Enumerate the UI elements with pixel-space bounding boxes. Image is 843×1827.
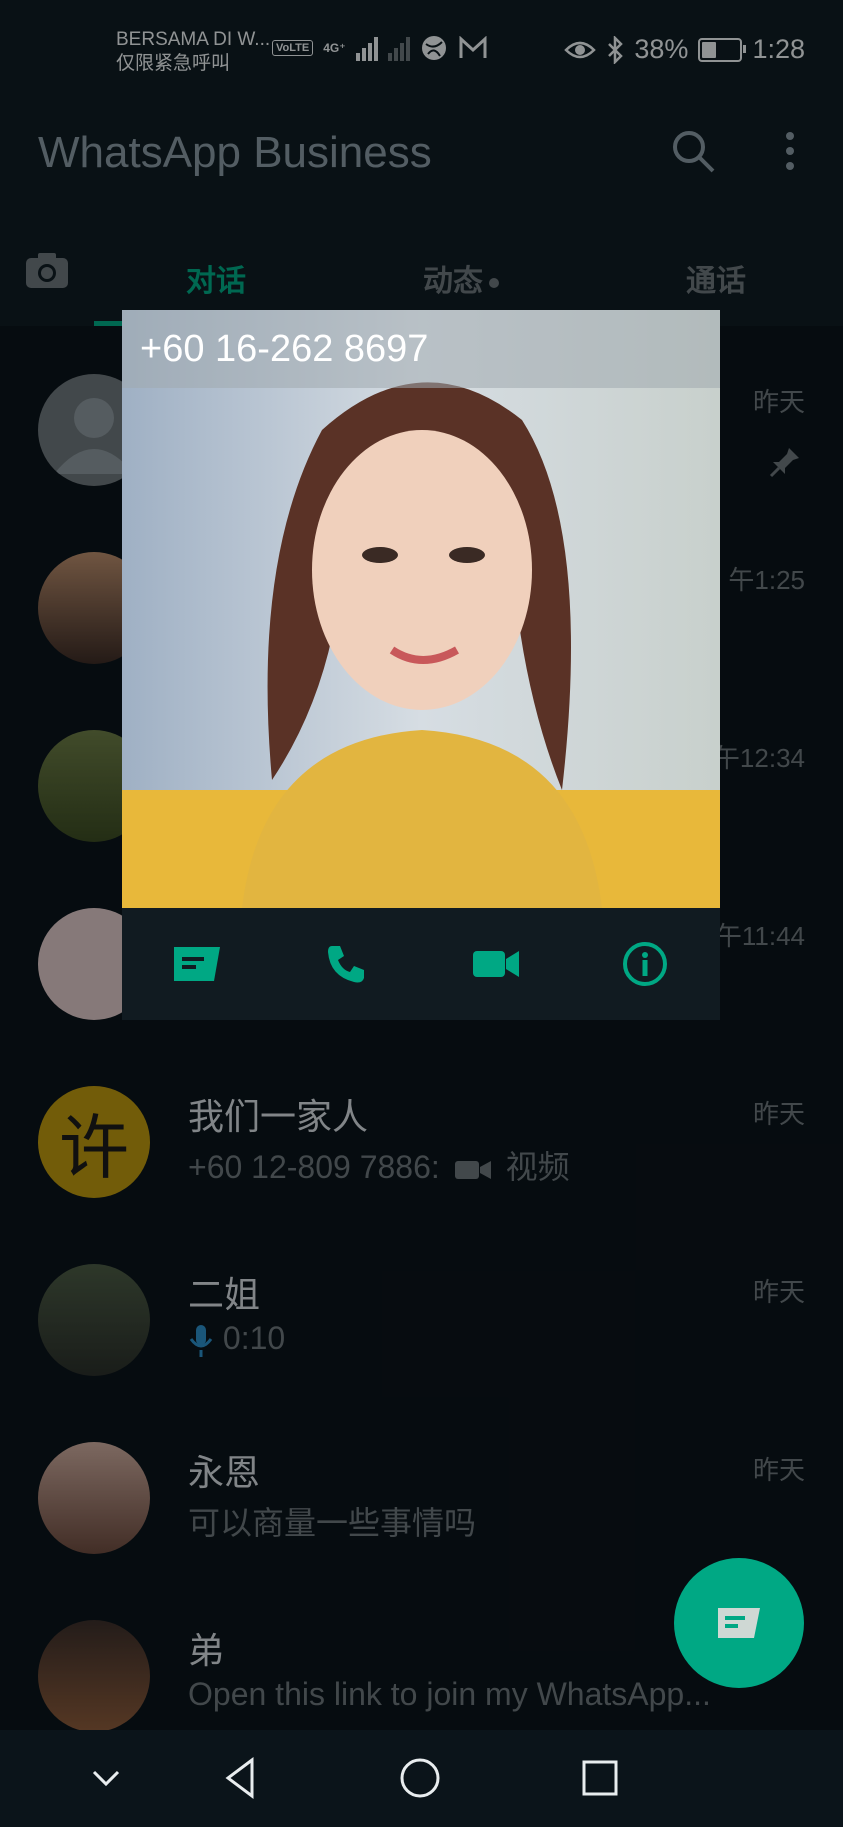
signal-icon xyxy=(355,35,378,61)
chat-time: 午11:44 xyxy=(715,921,805,951)
chat-preview: +60 12-809 7886: 视频 xyxy=(188,1142,570,1188)
video-icon xyxy=(472,951,519,977)
search-icon[interactable] xyxy=(670,128,716,174)
call-icon xyxy=(328,946,365,983)
profile-photo[interactable] xyxy=(122,310,720,908)
contact-number: +60 16-262 8697 xyxy=(140,328,429,370)
browser-icon xyxy=(421,36,446,60)
battery-percent: 38% xyxy=(634,34,689,64)
profile-popup: +60 16-262 8697 xyxy=(122,310,720,1020)
info-button[interactable] xyxy=(615,934,675,994)
chat-time: 昨天 xyxy=(752,1277,805,1307)
popup-actions xyxy=(122,908,720,1020)
bluetooth-icon xyxy=(608,35,624,64)
chat-row[interactable]: 二姐 0:10 昨天 xyxy=(0,1216,843,1394)
carrier-name: BERSAMA DI W... xyxy=(116,29,271,50)
chat-preview: Open this link to join my WhatsApp... xyxy=(188,1676,711,1712)
status-bar: BERSAMA DI W... 仅限紧急呼叫 VoLTE 4G⁺ 38% 1:2… xyxy=(0,0,843,100)
message-button[interactable] xyxy=(167,934,227,994)
chat-preview: 可以商量一些事情吗 xyxy=(188,1505,477,1541)
chat-time: 午1:25 xyxy=(728,565,805,595)
chat-time: 昨天 xyxy=(752,1099,805,1129)
volte-badge: VoLTE xyxy=(272,40,314,56)
new-status-dot xyxy=(489,278,499,289)
emergency-only: 仅限紧急呼叫 xyxy=(116,53,231,74)
tab-calls[interactable]: 通话 xyxy=(686,256,746,300)
chat-time: 昨天 xyxy=(752,1455,805,1485)
tab-chats[interactable]: 对话 xyxy=(186,256,246,300)
group-avatar: 许 xyxy=(38,1086,150,1198)
battery-icon xyxy=(698,37,747,62)
network-indicators: VoLTE 4G⁺ xyxy=(272,34,488,62)
info-icon xyxy=(623,942,668,986)
voice-duration: 0:10 xyxy=(222,1320,286,1356)
new-chat-icon xyxy=(718,1608,760,1638)
home-icon[interactable] xyxy=(392,1750,448,1806)
signal-2-icon xyxy=(387,35,410,61)
video-icon xyxy=(454,1160,491,1179)
contact-avatar xyxy=(38,1442,150,1554)
chat-name: 永恩 xyxy=(188,1452,261,1493)
status-right: 38% 1:28 xyxy=(564,34,805,65)
contact-avatar xyxy=(38,1620,150,1732)
chat-name: 我们一家人 xyxy=(188,1096,369,1137)
microphone-icon xyxy=(189,1324,213,1357)
message-icon xyxy=(173,947,220,981)
popup-header: +60 16-262 8697 xyxy=(122,310,720,388)
tab-status[interactable]: 动态 xyxy=(423,256,499,300)
eye-icon xyxy=(564,41,597,58)
chat-time: 昨天 xyxy=(752,387,805,417)
tab-status-label: 动态 xyxy=(423,265,483,298)
message-sender: +60 12-809 7886: xyxy=(188,1149,440,1185)
chat-row[interactable]: 永恩 可以商量一些事情吗 昨天 xyxy=(0,1394,843,1572)
gmail-icon xyxy=(459,36,487,58)
pin-icon xyxy=(769,448,799,478)
back-icon[interactable] xyxy=(214,1750,270,1806)
recents-icon[interactable] xyxy=(572,1750,628,1806)
chevron-down-icon[interactable] xyxy=(78,1750,134,1806)
clock: 1:28 xyxy=(752,34,805,64)
chat-name: 弟 xyxy=(188,1630,225,1671)
message-text: 视频 xyxy=(505,1149,570,1185)
contact-avatar xyxy=(38,1264,150,1376)
chat-preview: 0:10 xyxy=(188,1320,285,1359)
more-options-icon[interactable] xyxy=(780,128,800,174)
system-nav-bar xyxy=(0,1730,843,1827)
chat-time: 午12:34 xyxy=(713,743,805,773)
network-type: 4G⁺ xyxy=(323,41,346,55)
call-button[interactable] xyxy=(316,934,376,994)
chat-name: 二姐 xyxy=(188,1274,261,1315)
carrier-info: BERSAMA DI W... 仅限紧急呼叫 xyxy=(116,28,270,76)
video-call-button[interactable] xyxy=(466,934,526,994)
app-title: WhatsApp Business xyxy=(38,128,432,177)
chat-row[interactable]: 许 我们一家人 +60 12-809 7886: 视频 昨天 xyxy=(0,1038,843,1216)
new-chat-button[interactable] xyxy=(674,1558,804,1688)
